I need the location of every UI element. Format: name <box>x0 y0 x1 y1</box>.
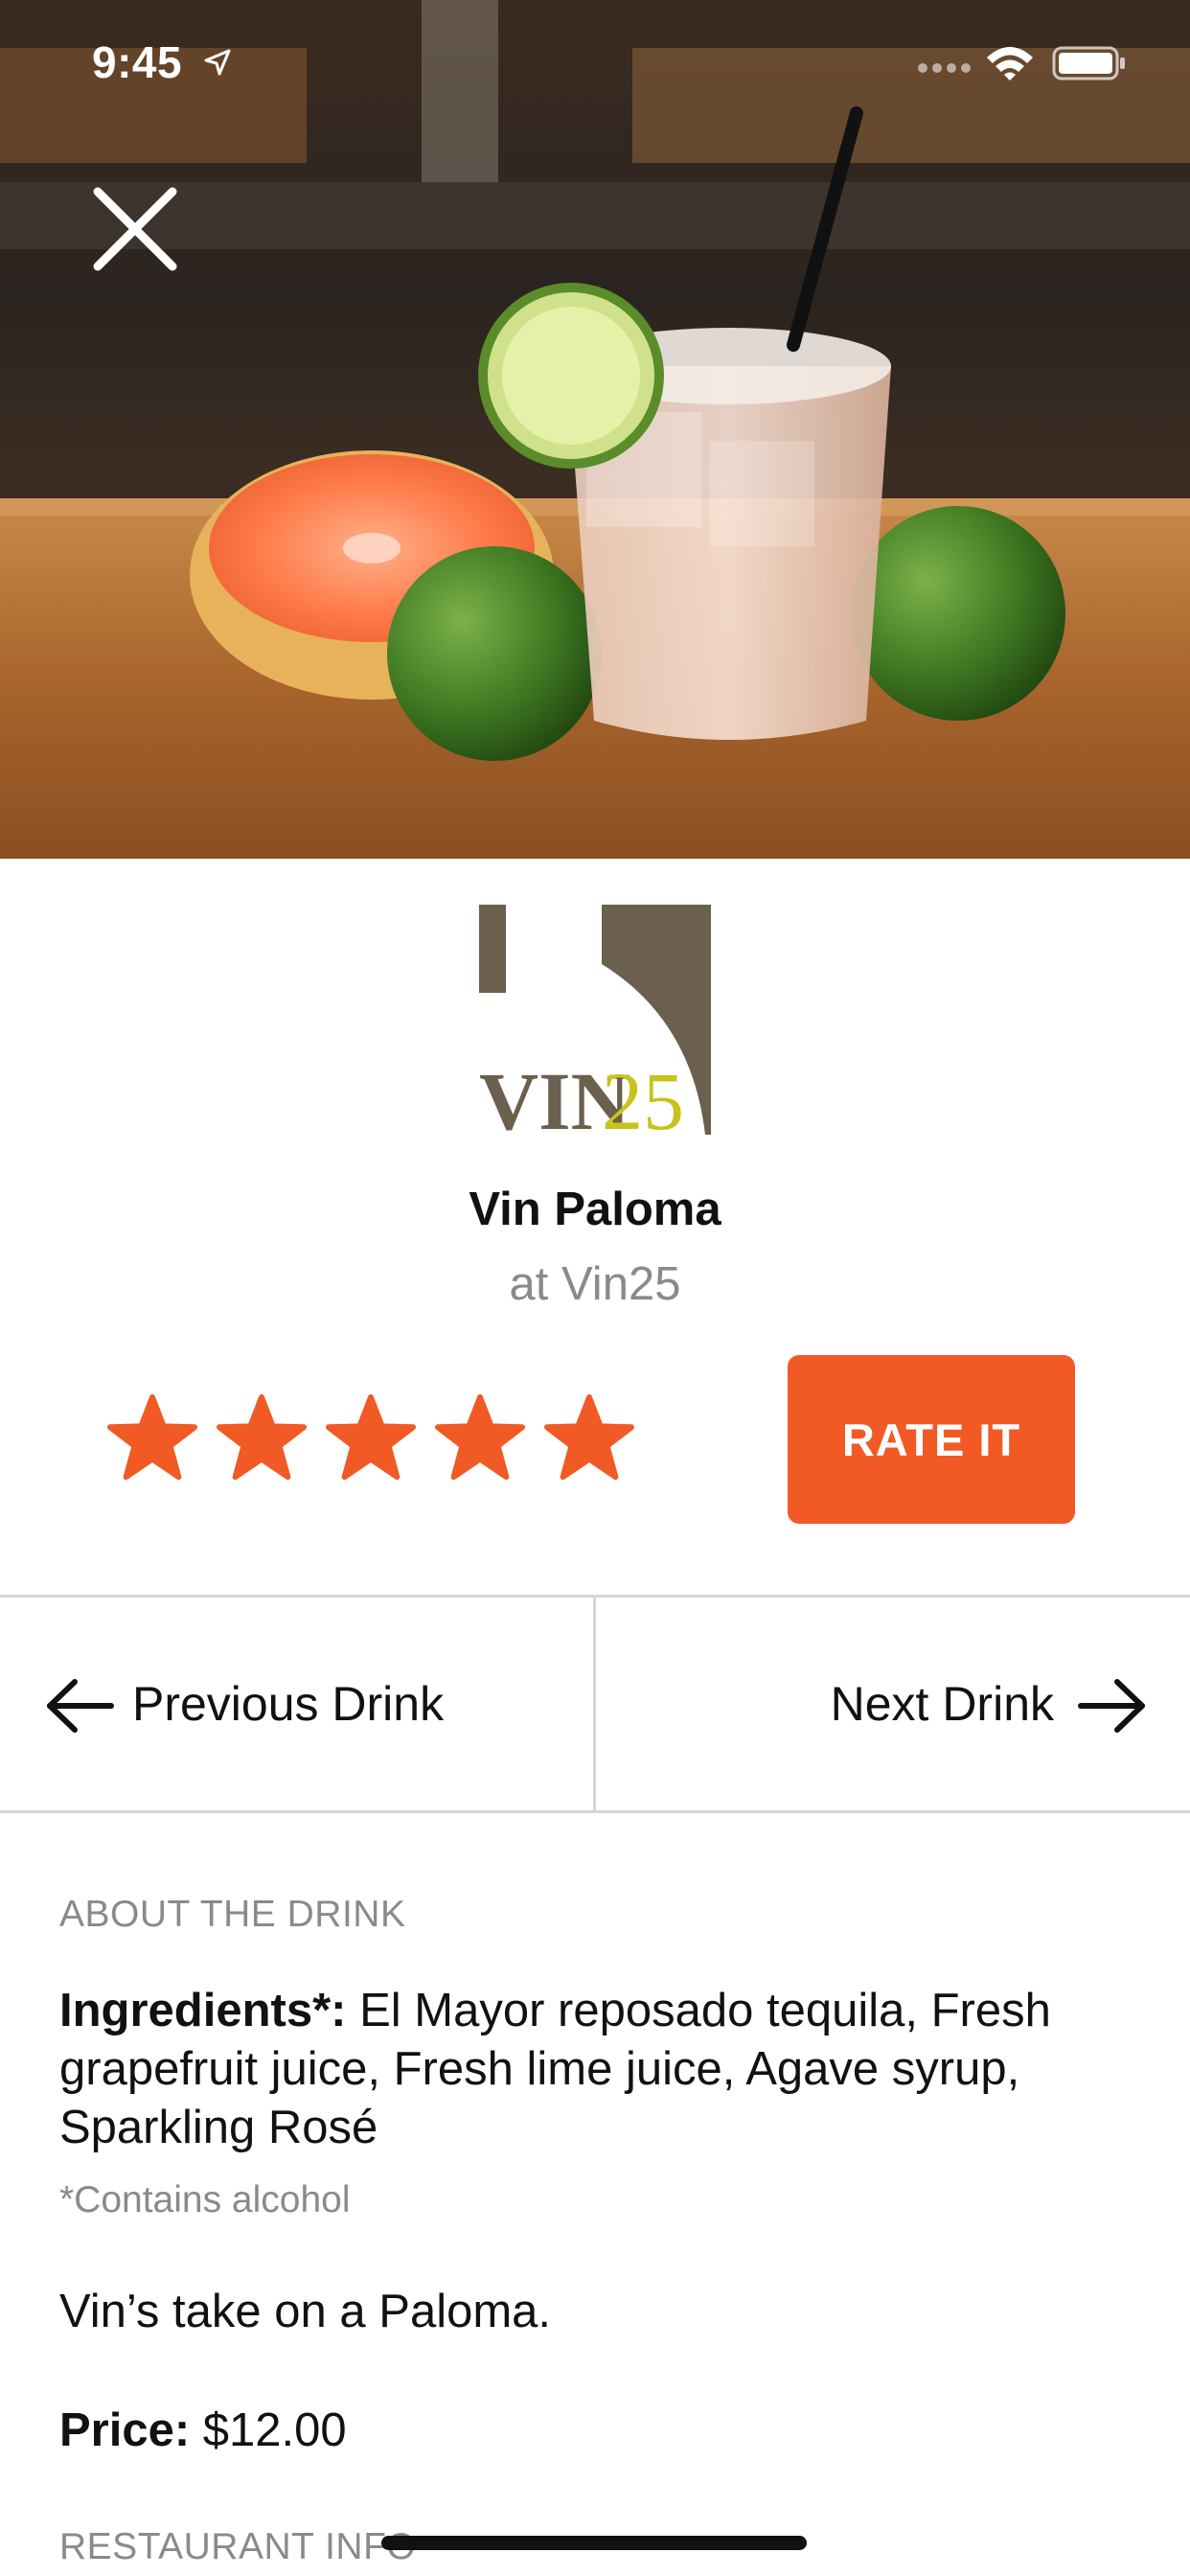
drink-photo <box>0 0 1190 859</box>
drink-name: Vin Paloma <box>469 1184 721 1235</box>
rate-it-button[interactable]: RATE IT <box>788 1355 1075 1524</box>
wifi-icon <box>985 44 1035 87</box>
arrow-right-icon <box>1078 1679 1145 1733</box>
ingredients: Ingredients*: El Mayor reposado tequila,… <box>59 1982 1133 2157</box>
about-heading: ABOUT THE DRINK <box>59 1894 406 1935</box>
star-icon <box>216 1393 308 1481</box>
close-icon <box>93 187 177 271</box>
signal-icon <box>918 61 973 80</box>
star-icon <box>434 1393 526 1481</box>
venue-logo: VIN 25 <box>479 905 711 1147</box>
previous-drink-label: Previous Drink <box>132 1677 445 1731</box>
alcohol-note: *Contains alcohol <box>59 2179 351 2220</box>
svg-text:25: 25 <box>602 1055 684 1135</box>
star-rating <box>105 1392 636 1485</box>
price-label: Price: <box>59 2404 191 2456</box>
location-arrow-icon <box>203 48 232 81</box>
venue-name: at Vin25 <box>509 1258 681 1310</box>
next-drink-button[interactable]: Next Drink <box>596 1598 1190 1810</box>
star-icon <box>325 1393 417 1481</box>
ingredients-label: Ingredients*: <box>59 1985 347 2036</box>
arrow-left-icon <box>47 1679 114 1733</box>
drink-navigation: Previous Drink Next Drink <box>0 1595 1190 1813</box>
close-button[interactable] <box>88 182 182 276</box>
star-icon <box>106 1393 198 1481</box>
battery-icon <box>1052 46 1127 85</box>
home-indicator[interactable] <box>381 2536 807 2550</box>
price-value: $12.00 <box>190 2404 347 2456</box>
previous-drink-button[interactable]: Previous Drink <box>0 1598 593 1810</box>
status-time: 9:45 <box>92 37 183 87</box>
restaurant-info-heading: RESTAURANT INFO <box>59 2526 417 2567</box>
status-bar: 9:45 <box>0 0 1190 126</box>
next-drink-label: Next Drink <box>830 1677 1054 1731</box>
star-icon <box>543 1393 635 1481</box>
price: Price: $12.00 <box>59 2404 347 2457</box>
drink-description: Vin’s take on a Paloma. <box>59 2286 552 2337</box>
